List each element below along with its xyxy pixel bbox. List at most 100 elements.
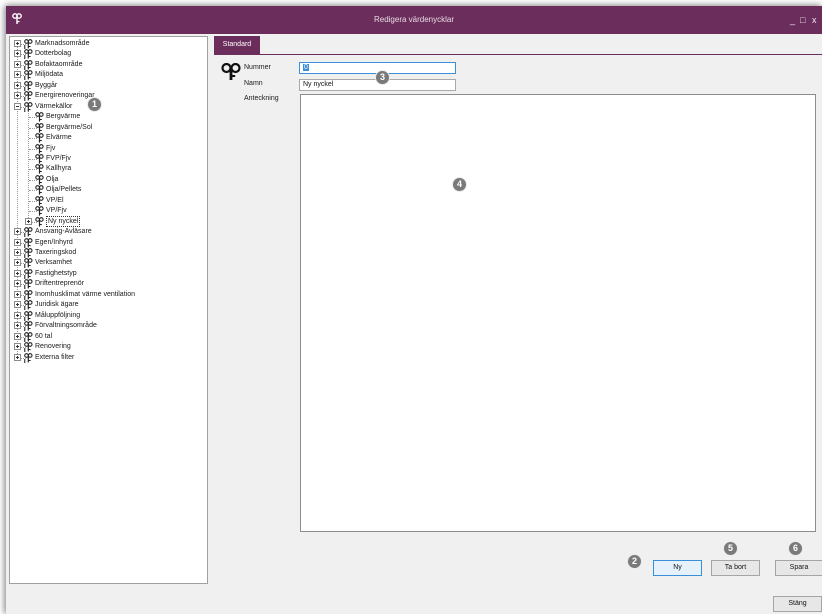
tree-item[interactable]: Byggår xyxy=(10,80,206,91)
tree-item-label: Bergvärme xyxy=(46,113,81,121)
minimize-icon[interactable]: _ xyxy=(790,15,795,25)
tree-item[interactable]: 60 tal xyxy=(10,331,206,342)
tree-item-label: Fastighetstyp xyxy=(35,269,77,277)
tree-item[interactable]: Juridisk ägare xyxy=(10,300,206,311)
expand-icon[interactable] xyxy=(25,217,32,225)
tree-item[interactable]: Driftentreprenör xyxy=(10,279,206,290)
expand-icon[interactable] xyxy=(14,238,21,246)
tree-item-label: Inomhusklimat värme ventilation xyxy=(35,290,135,298)
callout-badge: 2 xyxy=(628,555,641,568)
tree-item-label: Driftentreprenör xyxy=(35,280,85,288)
tree-item-label: Dotterbolag xyxy=(35,50,72,58)
tree-item[interactable]: VP/El xyxy=(10,195,206,206)
expand-icon[interactable] xyxy=(14,322,21,330)
callout-badge: 1 xyxy=(88,98,101,111)
tree-item[interactable]: Ny nyckel xyxy=(10,215,206,227)
tree-item-label: Byggår xyxy=(35,81,58,89)
key-icon xyxy=(221,62,241,83)
tree-item[interactable]: Energirenoveringar xyxy=(10,91,206,102)
tree-item[interactable]: Måluppföljning xyxy=(10,310,206,321)
tree-item-label: Måluppföljning xyxy=(35,311,81,319)
tree-item[interactable]: Externa filter xyxy=(10,352,206,366)
tree-item[interactable]: Olja xyxy=(10,174,206,185)
expand-icon[interactable] xyxy=(14,269,21,277)
tree-item[interactable]: Marknadsområde xyxy=(10,39,206,49)
window-title: Redigera värdenycklar xyxy=(373,15,455,24)
tree-item[interactable]: Fjv xyxy=(10,143,206,154)
tree-item[interactable]: Egen/Inhyrd xyxy=(10,237,206,248)
tree-item-label: Externa filter xyxy=(35,353,75,361)
tree-item-label: Verksamhet xyxy=(35,259,72,267)
tree-item-label: FVP/Fjv xyxy=(46,154,71,162)
nummer-label: Nummer xyxy=(244,64,271,71)
expand-icon[interactable] xyxy=(14,50,21,58)
expand-icon[interactable] xyxy=(14,290,21,298)
save-button[interactable]: Spara xyxy=(775,560,822,576)
tree-item[interactable]: Taxeringskod xyxy=(10,248,206,258)
tree-item-label: Energirenoveringar xyxy=(35,92,95,100)
expand-icon[interactable] xyxy=(14,40,21,47)
tree-item[interactable]: Inomhusklimat värme ventilation xyxy=(10,289,206,300)
tree-item-label: Elvärme xyxy=(46,134,72,142)
tree-item[interactable]: Förvaltningsområde xyxy=(10,321,206,332)
expand-icon[interactable] xyxy=(14,343,21,351)
collapse-icon[interactable] xyxy=(14,102,21,110)
tree-item-label: Ny nyckel xyxy=(46,215,81,227)
tree-item[interactable]: FVP/Fjv xyxy=(10,154,206,164)
close-button[interactable]: Stäng xyxy=(773,596,822,612)
tree-item-label: Kallhyra xyxy=(46,165,72,173)
tree-item-label: Värmekällor xyxy=(35,102,73,110)
tree-item-label: Egen/Inhyrd xyxy=(35,238,73,246)
expand-icon[interactable] xyxy=(14,259,21,267)
tree-item[interactable]: Bergvärme/Sol xyxy=(10,122,206,133)
tree-item[interactable]: Kallhyra xyxy=(10,164,206,174)
tree-item-label: VP/El xyxy=(46,196,64,204)
delete-button[interactable]: Ta bort xyxy=(711,560,760,576)
key-group-icon xyxy=(24,352,33,366)
close-icon[interactable]: x xyxy=(812,15,817,25)
expand-icon[interactable] xyxy=(14,71,21,79)
tree-item[interactable]: Renovering xyxy=(10,342,206,353)
tree-item[interactable]: Miljödata xyxy=(10,70,206,81)
callout-badge: 3 xyxy=(376,71,389,84)
tree-item-label: Ansvarig-Avläsare xyxy=(35,228,92,236)
tree-item[interactable]: Bofaktaområde xyxy=(10,60,206,70)
callout-badge: 5 xyxy=(724,542,737,555)
tree-item[interactable]: Dotterbolag xyxy=(10,49,206,60)
expand-icon[interactable] xyxy=(14,353,21,361)
callout-badge: 6 xyxy=(789,542,802,555)
tab-standard[interactable]: Standard xyxy=(214,36,260,54)
edit-value-keys-window: Redigera värdenycklar _ □ x Marknadsområ… xyxy=(6,6,822,614)
expand-icon[interactable] xyxy=(14,92,21,100)
tree-item[interactable]: Bergvärme xyxy=(10,112,206,122)
tree-item[interactable]: Verksamhet xyxy=(10,258,206,269)
tree-item[interactable]: VP/Fjv xyxy=(10,206,206,216)
tree-item-label: Förvaltningsområde xyxy=(35,322,97,330)
value-key-tree[interactable]: Marknadsområde Dotterbolag Bofaktaområde Mi… xyxy=(9,36,208,584)
expand-icon[interactable] xyxy=(14,311,21,319)
expand-icon[interactable] xyxy=(14,249,21,256)
tab-divider xyxy=(214,54,822,55)
maximize-icon[interactable]: □ xyxy=(800,15,805,25)
expand-icon[interactable] xyxy=(14,301,21,309)
tree-item-label: Olja/Pellets xyxy=(46,186,82,194)
tree-item[interactable]: Olja/Pellets xyxy=(10,185,206,195)
anteckning-label: Anteckning xyxy=(244,95,279,102)
expand-icon[interactable] xyxy=(14,60,21,68)
tree-item-label: Olja xyxy=(46,175,59,183)
expand-icon[interactable] xyxy=(14,228,21,236)
tree-item-label: Miljödata xyxy=(35,71,64,79)
tree-item[interactable]: Ansvarig-Avläsare xyxy=(10,227,206,238)
expand-icon[interactable] xyxy=(14,332,21,340)
callout-badge: 4 xyxy=(453,178,466,191)
title-bar[interactable]: Redigera värdenycklar _ □ x xyxy=(6,6,822,34)
tree-item[interactable]: Fastighetstyp xyxy=(10,269,206,279)
namn-label: Namn xyxy=(244,80,263,87)
tree-item-label: Renovering xyxy=(35,343,71,351)
expand-icon[interactable] xyxy=(14,81,21,89)
expand-icon[interactable] xyxy=(14,280,21,288)
anteckning-textarea[interactable] xyxy=(300,94,816,532)
tree-item[interactable]: Elvärme xyxy=(10,133,206,143)
tree-item[interactable]: Värmekällor xyxy=(10,101,206,112)
new-button[interactable]: Ny xyxy=(653,560,702,576)
